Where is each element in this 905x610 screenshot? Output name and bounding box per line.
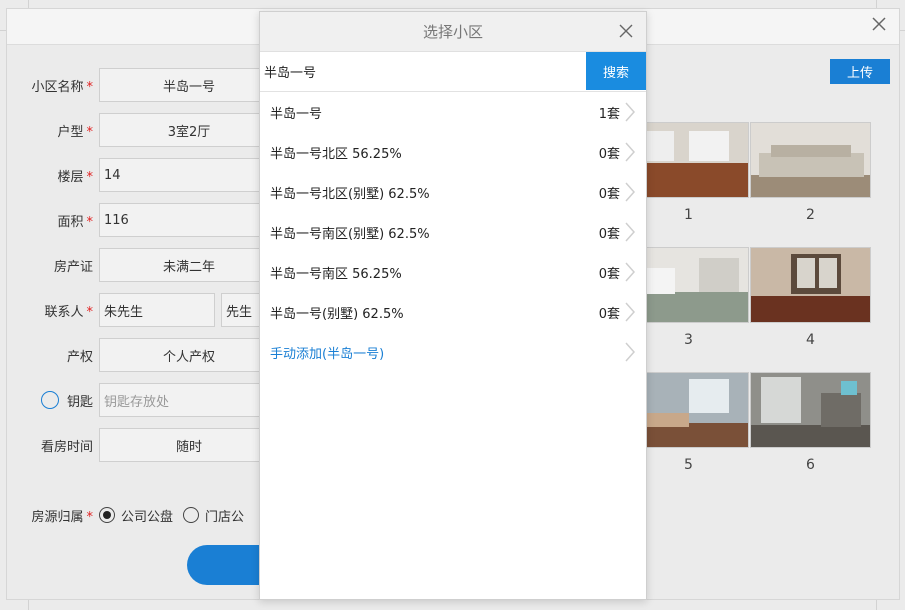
close-icon[interactable] — [869, 15, 889, 35]
field-certificate: 房产证 未满二年 — [25, 248, 279, 282]
house-photo[interactable] — [750, 372, 871, 448]
chevron-right-icon — [625, 102, 636, 122]
layout-select[interactable]: 3室2厅 — [99, 113, 279, 147]
field-layout: 户型 * 3室2厅 — [25, 113, 279, 147]
list-item[interactable]: 半岛一号南区(别墅) 62.5% 0套 — [260, 212, 646, 252]
list-item[interactable]: 半岛一号 1套 — [260, 92, 646, 132]
select-community-dialog: 选择小区 搜索 半岛一号 1套 半岛一号北区 56.25% 0套 半岛一号北区(… — [259, 11, 647, 600]
key-radio[interactable] — [40, 391, 59, 409]
certificate-select[interactable]: 未满二年 — [99, 248, 279, 282]
chevron-right-icon — [625, 262, 636, 282]
house-photo[interactable] — [750, 247, 871, 323]
chevron-right-icon — [625, 302, 636, 322]
field-community: 小区名称 * 半岛一号 — [25, 68, 279, 102]
viewing-time-select[interactable]: 随时 — [99, 428, 279, 462]
chevron-right-icon — [625, 222, 636, 242]
contact-name-input[interactable]: 朱先生 — [99, 293, 215, 327]
floor-input[interactable]: 14楼 — [99, 158, 279, 192]
field-ownership: 房源归属 * 公司公盘 门店公 — [25, 498, 254, 532]
list-item[interactable]: 半岛一号南区 56.25% 0套 — [260, 252, 646, 292]
list-item[interactable]: 半岛一号北区 56.25% 0套 — [260, 132, 646, 172]
photo-index: 6 — [806, 457, 815, 473]
photo-index: 4 — [806, 332, 815, 348]
ownership-store-radio[interactable]: 门店公 — [183, 506, 244, 525]
field-property-right: 产权 个人产权 — [25, 338, 279, 372]
manual-add-item[interactable]: 手动添加(半岛一号) — [260, 332, 646, 372]
search-button[interactable]: 搜索 — [586, 52, 646, 90]
search-bar: 搜索 — [260, 52, 646, 92]
key-location-input[interactable]: 钥匙存放处 — [99, 383, 279, 417]
field-viewing-time: 看房时间 随时 — [25, 428, 279, 462]
photo-index: 2 — [806, 207, 815, 223]
field-area: 面积* 116m — [25, 203, 279, 237]
list-item[interactable]: 半岛一号北区(别墅) 62.5% 0套 — [260, 172, 646, 212]
search-input[interactable] — [260, 52, 586, 91]
ownership-company-radio[interactable]: 公司公盘 — [99, 506, 173, 525]
property-right-select[interactable]: 个人产权 — [99, 338, 279, 372]
chevron-right-icon — [625, 142, 636, 162]
chevron-right-icon — [625, 342, 636, 362]
community-input[interactable]: 半岛一号 — [99, 68, 279, 102]
field-floor: 楼层* 14楼 — [25, 158, 279, 192]
upload-button[interactable]: 上传 — [830, 59, 890, 84]
field-key: 钥匙 钥匙存放处 — [25, 383, 279, 417]
house-photo[interactable] — [750, 122, 871, 198]
dialog-title: 选择小区 — [260, 12, 646, 52]
close-icon[interactable] — [616, 21, 636, 41]
area-input[interactable]: 116m — [99, 203, 279, 237]
list-item[interactable]: 半岛一号(别墅) 62.5% 0套 — [260, 292, 646, 332]
field-contact: 联系人 * 朱先生 先生 — [25, 293, 277, 327]
chevron-right-icon — [625, 182, 636, 202]
